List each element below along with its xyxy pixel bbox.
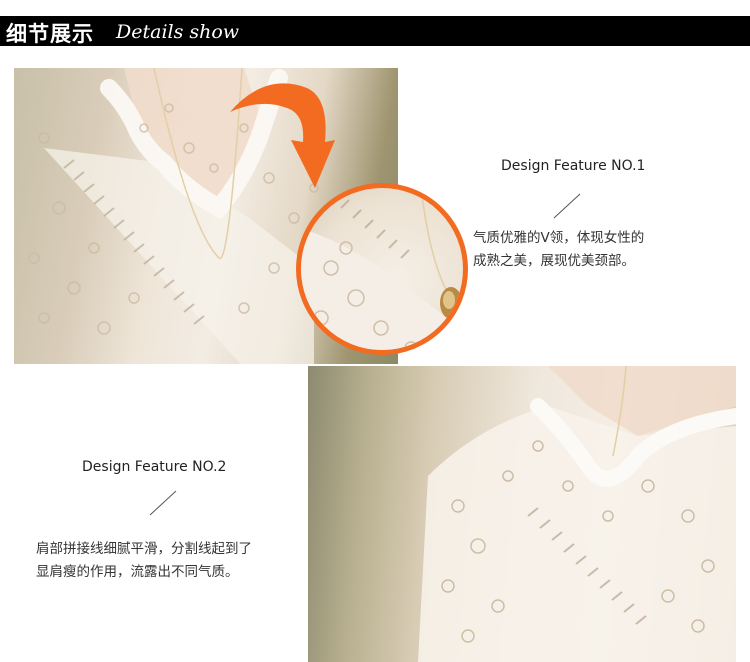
divider-slash-icon [553, 193, 581, 219]
corner-triangle-icon [722, 32, 744, 43]
detail-photo-2 [308, 366, 736, 662]
feature-1-line-2: 成熟之美，展现优美颈部。 [473, 253, 635, 269]
header-title-en: Details show [116, 21, 240, 43]
feature-2-line-2: 显肩瘦的作用，流露出不同气质。 [36, 564, 239, 580]
section-header: 细节展示 Details show [0, 16, 750, 46]
feature-2-description: 肩部拼接线细腻平滑，分割线起到了 显肩瘦的作用，流露出不同气质。 [36, 538, 252, 584]
feature-1-title: Design Feature NO.1 [501, 158, 646, 174]
divider-slash-icon [149, 490, 177, 516]
curved-arrow-icon [230, 83, 335, 188]
feature-2-line-1: 肩部拼接线细腻平滑，分割线起到了 [36, 541, 252, 557]
lace-pattern [418, 366, 736, 662]
feature-1-description: 气质优雅的V领，体现女性的 成熟之美，展现优美颈部。 [473, 227, 644, 273]
feature-2-title: Design Feature NO.2 [82, 459, 227, 475]
zoom-circle [296, 183, 468, 355]
zoom-circle-icon [301, 188, 463, 350]
feature-1-line-1: 气质优雅的V领，体现女性的 [473, 230, 645, 246]
header-title-cn: 细节展示 [6, 22, 94, 46]
